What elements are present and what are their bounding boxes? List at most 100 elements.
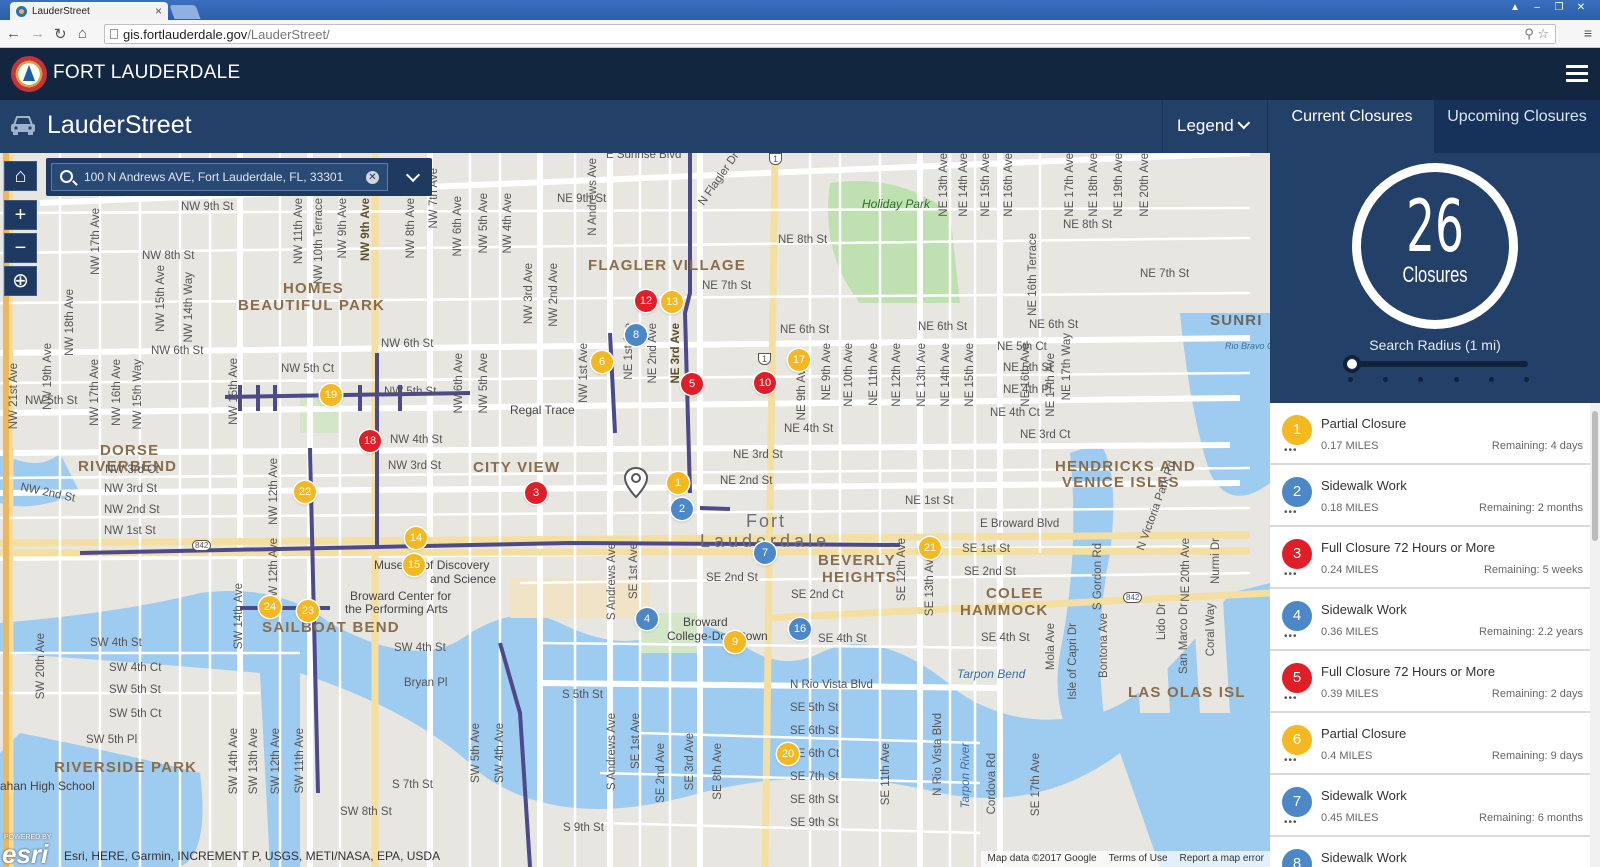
browser-tab-strip: LauderStreet × ▲ – ❐ ✕: [0, 0, 1600, 20]
closure-marker[interactable]: 13: [661, 291, 683, 313]
scrollbar-thumb[interactable]: [1592, 411, 1598, 541]
map-view[interactable]: FLAGLER VILLAGE HOMES BEAUTIFUL PARK DOR…: [0, 153, 1270, 867]
browser-tab[interactable]: LauderStreet ×: [10, 2, 168, 20]
street-se12a: SE 12th Ave: [896, 538, 908, 602]
hamburger-menu-icon[interactable]: [1566, 65, 1588, 83]
google-attribution: Map data ©2017 Google Terms of Use Repor…: [981, 851, 1270, 867]
street-ne16t: NE 16th Terrace: [1027, 233, 1039, 316]
more-options-icon[interactable]: •••: [1284, 756, 1298, 766]
url-field[interactable]: gis.fortlauderdale.gov/LauderStreet/ ⚲ ☆: [104, 24, 1556, 44]
street-ne19a: NE 19th Ave: [1113, 153, 1125, 217]
closure-list-item[interactable]: 8•••Sidewalk Work: [1270, 837, 1590, 867]
city-logo[interactable]: [11, 56, 47, 92]
closure-marker[interactable]: 4: [636, 608, 658, 630]
list-scrollbar[interactable]: [1590, 403, 1600, 867]
poi-holiday-park: Holiday Park: [862, 197, 931, 211]
close-window-icon[interactable]: ✕: [1572, 1, 1590, 15]
closure-list-item[interactable]: 3 ••• Full Closure 72 Hours or More 0.24 MI…: [1270, 527, 1590, 589]
street-se9: SE 9th St: [790, 817, 839, 829]
closure-marker[interactable]: 12: [635, 290, 657, 312]
home-extent-button[interactable]: ⌂: [4, 161, 37, 191]
more-options-icon[interactable]: •••: [1284, 570, 1298, 580]
closure-marker[interactable]: 3: [525, 482, 547, 504]
tab-current-closures[interactable]: Current Closures: [1270, 100, 1434, 153]
poi-broward-center-2: the Performing Arts: [345, 602, 448, 616]
closure-marker[interactable]: 18: [359, 430, 381, 452]
closure-marker[interactable]: 17: [788, 349, 810, 371]
search-icon[interactable]: [60, 170, 73, 183]
closure-marker[interactable]: 5: [681, 373, 703, 395]
closure-count-label: Closures: [1402, 262, 1468, 287]
search-options-chevron-icon[interactable]: [399, 163, 427, 191]
more-options-icon[interactable]: •••: [1284, 446, 1298, 456]
search-radius-handle[interactable]: [1343, 355, 1361, 373]
closure-remaining: Remaining: 4 days: [1491, 440, 1583, 452]
home-icon[interactable]: ⌂: [78, 25, 87, 42]
street-ne3c: NE 3rd Ct: [1020, 429, 1071, 441]
street-sw8: SW 8th St: [340, 806, 392, 818]
user-icon[interactable]: ▲: [1506, 1, 1524, 15]
closure-marker[interactable]: 19: [320, 384, 342, 406]
place-sunrise: SUNRI: [1210, 312, 1263, 329]
more-options-icon[interactable]: •••: [1284, 632, 1298, 642]
street-nw21: NW 21st Ave: [8, 363, 20, 430]
closure-marker[interactable]: 1: [667, 472, 689, 494]
street-isle-capri: Isle of Capri Dr: [1067, 623, 1079, 700]
closure-marker[interactable]: 7: [754, 542, 776, 564]
more-options-icon[interactable]: •••: [1284, 818, 1298, 828]
closure-marker[interactable]: 14: [405, 527, 427, 549]
closure-list-item[interactable]: 6 ••• Partial Closure 0.4 MILES Remaining: 9…: [1270, 713, 1590, 775]
closure-marker[interactable]: 6: [591, 351, 613, 373]
street-ne6: NE 6th St: [780, 324, 830, 336]
closure-distance: 0.4 MILES: [1321, 750, 1373, 762]
closure-marker[interactable]: 2: [671, 498, 693, 520]
minimize-icon[interactable]: –: [1528, 1, 1546, 15]
closure-marker[interactable]: 15: [403, 554, 425, 576]
more-options-icon[interactable]: •••: [1284, 508, 1298, 518]
new-tab-button[interactable]: [169, 5, 201, 19]
street-ne1: NE 1st St: [905, 495, 954, 507]
legend-button[interactable]: Legend: [1162, 100, 1268, 153]
chevron-down-icon: [1237, 116, 1250, 130]
closure-marker[interactable]: 23: [297, 600, 319, 622]
search-input[interactable]: [51, 163, 388, 191]
reload-icon[interactable]: ↻: [54, 25, 67, 43]
closure-list-item[interactable]: 4 ••• Sidewalk Work 0.36 MILES Remaining: 2.…: [1270, 589, 1590, 651]
browser-tab-title: LauderStreet: [32, 6, 90, 17]
clear-search-icon[interactable]: ✕: [366, 171, 379, 184]
search-radius-label: Search Radius (1 mi): [1369, 337, 1501, 353]
closure-marker[interactable]: 22: [294, 481, 316, 503]
street-nw8a: NW 8th Ave: [405, 198, 417, 259]
more-options-icon[interactable]: •••: [1284, 694, 1298, 704]
street-nw15a: NW 15th Ave: [228, 358, 240, 425]
zoom-in-button[interactable]: +: [4, 200, 37, 230]
zoom-star-icons[interactable]: ⚲ ☆: [1524, 26, 1549, 42]
closure-marker[interactable]: 24: [259, 596, 281, 618]
zoom-out-button[interactable]: −: [4, 233, 37, 263]
closure-distance: 0.18 MILES: [1321, 502, 1379, 514]
closure-marker[interactable]: 16: [789, 618, 811, 640]
close-tab-icon[interactable]: ×: [155, 4, 162, 18]
closure-marker[interactable]: 20: [777, 743, 799, 765]
locate-button[interactable]: ⊕: [4, 266, 37, 296]
report-map-error-link[interactable]: Report a map error: [1180, 853, 1264, 865]
search-radius-slider[interactable]: [1350, 361, 1528, 367]
browser-menu-icon[interactable]: ≡: [1584, 25, 1592, 41]
closure-marker[interactable]: 10: [754, 372, 776, 394]
closure-marker[interactable]: 21: [919, 537, 941, 559]
closure-list-item[interactable]: 5 ••• Full Closure 72 Hours or More 0.39 MI…: [1270, 651, 1590, 713]
closure-marker[interactable]: 9: [724, 631, 746, 653]
tab-upcoming-closures[interactable]: Upcoming Closures: [1434, 100, 1600, 153]
forward-icon[interactable]: →: [30, 25, 45, 42]
closure-marker[interactable]: 8: [625, 324, 647, 346]
restore-icon[interactable]: ❐: [1550, 1, 1568, 15]
closure-list-item[interactable]: 1 ••• Partial Closure 0.17 MILES Remaining: …: [1270, 403, 1590, 465]
street-nw4a: NW 4th Ave: [502, 193, 514, 254]
closure-type: Full Closure 72 Hours or More: [1321, 540, 1496, 555]
closure-list-item[interactable]: 2 ••• Sidewalk Work 0.18 MILES Remaining: 2 …: [1270, 465, 1590, 527]
terms-link[interactable]: Terms of Use: [1109, 853, 1168, 865]
back-icon[interactable]: ←: [6, 25, 21, 42]
closure-list-item[interactable]: 7 ••• Sidewalk Work 0.45 MILES Remaining: 6 …: [1270, 775, 1590, 837]
street-nw3: NW 3rd St: [104, 483, 158, 495]
street-nw6: NW 6th St: [151, 345, 204, 357]
